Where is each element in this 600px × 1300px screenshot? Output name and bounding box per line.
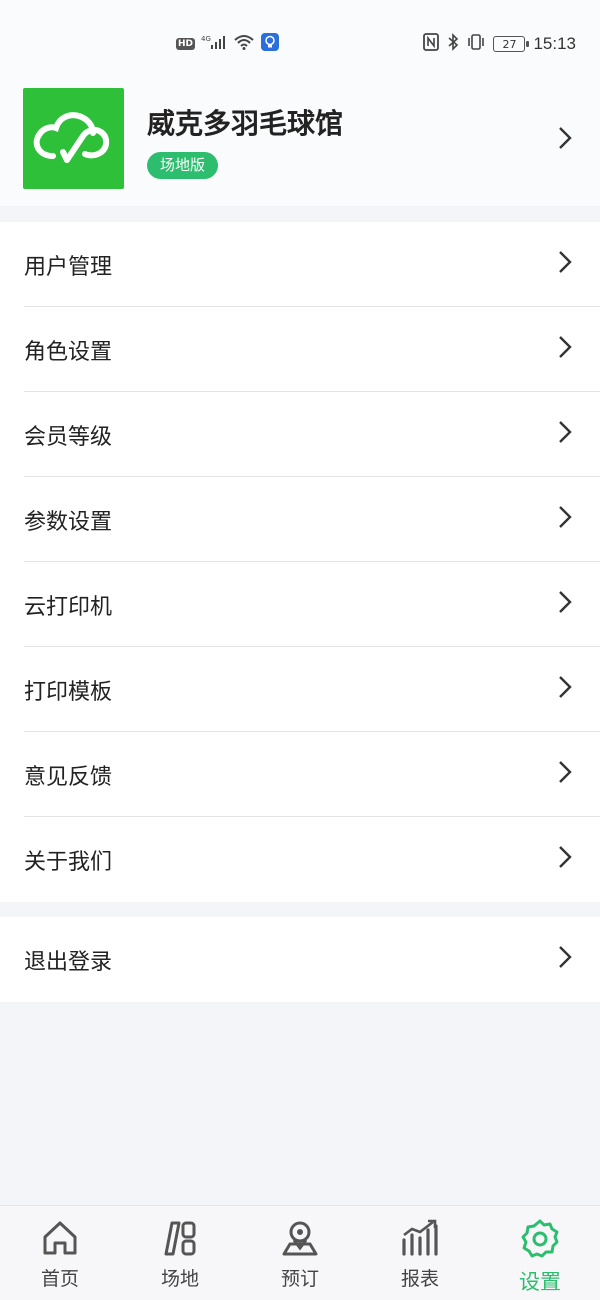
- court-icon: [160, 1218, 200, 1262]
- home-icon: [40, 1218, 80, 1262]
- menu-item-label: 用户管理: [24, 254, 113, 280]
- chevron-right-icon: [558, 420, 572, 448]
- menu-item-about-us[interactable]: 关于我们: [0, 817, 600, 902]
- menu-item-feedback[interactable]: 意见反馈: [0, 732, 600, 817]
- tab-settings[interactable]: 设置: [480, 1206, 600, 1300]
- tab-label: 场地: [160, 1268, 199, 1290]
- status-icons-left: HD 4G: [176, 33, 280, 55]
- report-icon: [400, 1218, 440, 1262]
- gear-icon: [519, 1218, 561, 1264]
- menu-item-label: 参数设置: [24, 509, 113, 535]
- tab-label: 设置: [519, 1270, 561, 1294]
- chevron-right-icon: [558, 250, 572, 278]
- menu-item-label: 关于我们: [24, 849, 113, 875]
- cloud-logo-icon: [33, 112, 110, 163]
- menu-item-cloud-printer[interactable]: 云打印机: [0, 562, 600, 647]
- chevron-right-icon: [558, 760, 572, 788]
- tab-court[interactable]: 场地: [120, 1206, 240, 1300]
- status-bar: HD 4G 27 15:13: [0, 0, 600, 88]
- venue-logo: [23, 88, 124, 189]
- vibrate-icon: [467, 33, 485, 55]
- clock: 15:13: [533, 34, 576, 53]
- menu-item-print-template[interactable]: 打印模板: [0, 647, 600, 732]
- tab-report[interactable]: 报表: [360, 1206, 480, 1300]
- booking-icon: [280, 1218, 320, 1262]
- tab-label: 首页: [40, 1268, 79, 1290]
- menu-item-member-levels[interactable]: 会员等级: [0, 392, 600, 477]
- settings-menu: 用户管理 角色设置 会员等级 参数设置 云打印机 打印模板 意见反馈 关于我们: [0, 222, 600, 902]
- venue-name: 威克多羽毛球馆: [147, 107, 344, 140]
- tab-label: 报表: [400, 1268, 439, 1290]
- menu-item-label: 会员等级: [24, 424, 113, 450]
- menu-item-label: 意见反馈: [24, 764, 113, 790]
- bluetooth-icon: [447, 33, 459, 55]
- menu-item-role-settings[interactable]: 角色设置: [0, 307, 600, 392]
- status-icons-right: 27 15:13: [423, 33, 576, 55]
- chevron-right-icon: [558, 335, 572, 363]
- bottom-tab-bar: 首页 场地 预订 报表 设置: [0, 1205, 600, 1300]
- wifi-icon: [233, 34, 255, 54]
- battery-icon: 27: [493, 36, 530, 52]
- menu-item-label: 打印模板: [24, 679, 113, 705]
- hd-icon: HD: [176, 38, 196, 50]
- venue-edition-badge: 场地版: [147, 152, 219, 179]
- chevron-right-icon: [558, 505, 572, 533]
- chevron-right-icon: [558, 675, 572, 703]
- network-type-label: 4G: [201, 35, 211, 43]
- tab-home[interactable]: 首页: [0, 1206, 120, 1300]
- tab-booking[interactable]: 预订: [240, 1206, 360, 1300]
- logout-label: 退出登录: [24, 949, 113, 975]
- menu-item-user-management[interactable]: 用户管理: [0, 222, 600, 307]
- chevron-right-icon: [558, 945, 572, 973]
- nfc-icon: [423, 33, 440, 55]
- chevron-right-icon: [558, 126, 572, 154]
- chevron-right-icon: [558, 590, 572, 618]
- menu-item-label: 云打印机: [24, 594, 113, 620]
- logout-group: 退出登录: [0, 917, 600, 1002]
- chevron-right-icon: [558, 845, 572, 873]
- venue-header[interactable]: 威克多羽毛球馆 场地版: [0, 88, 600, 206]
- cellular-signal-icon: 4G: [201, 34, 227, 54]
- logout-button[interactable]: 退出登录: [0, 917, 600, 1002]
- menu-item-label: 角色设置: [24, 339, 113, 365]
- tab-label: 预订: [280, 1268, 319, 1290]
- menu-item-parameter-settings[interactable]: 参数设置: [0, 477, 600, 562]
- notification-bulb-icon: [261, 33, 280, 55]
